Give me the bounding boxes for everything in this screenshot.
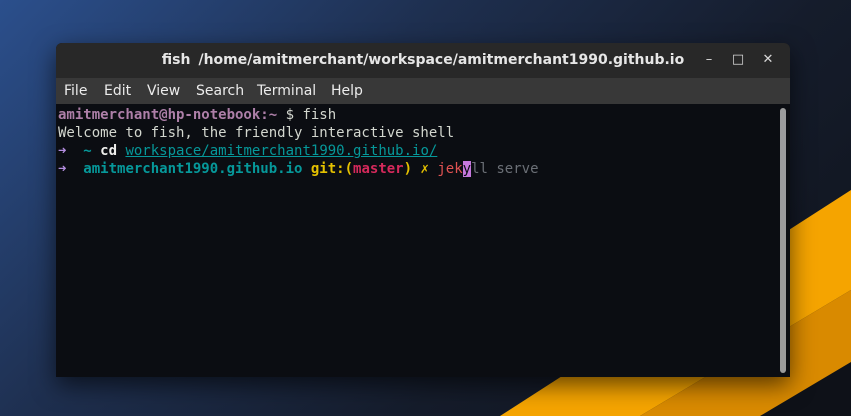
menu-help[interactable]: Help bbox=[331, 83, 363, 99]
menu-search[interactable]: Search bbox=[196, 83, 244, 99]
menu-file[interactable]: File bbox=[64, 83, 87, 99]
git-dirty-icon: ✗ bbox=[412, 161, 438, 177]
title-path: /home/amitmerchant/workspace/amitmerchan… bbox=[198, 52, 685, 68]
title-bar[interactable]: fish/home/amitmerchant/workspace/amitmer… bbox=[56, 43, 790, 78]
terminal-line: Welcome to fish, the friendly interactiv… bbox=[58, 125, 455, 141]
command-text: fish bbox=[302, 107, 337, 123]
git-branch: master bbox=[353, 161, 404, 177]
git-close: ) bbox=[403, 161, 413, 177]
terminal-line: ➜ amitmerchant1990.github.io git:(master… bbox=[58, 160, 539, 178]
command-arg-path: workspace/amitmerchant1990.github.io/ bbox=[125, 143, 438, 159]
prompt-symbol: $ bbox=[277, 107, 303, 123]
close-icon: ✕ bbox=[762, 52, 774, 67]
window-title: fish/home/amitmerchant/workspace/amitmer… bbox=[56, 52, 790, 68]
menu-edit[interactable]: Edit bbox=[104, 83, 131, 99]
title-app-name: fish bbox=[161, 52, 191, 68]
minimize-button[interactable]: – bbox=[698, 49, 720, 71]
git-label: git:( bbox=[310, 161, 354, 177]
cwd-tilde: ~ bbox=[66, 143, 101, 159]
close-button[interactable]: ✕ bbox=[757, 49, 779, 71]
terminal-window: fish/home/amitmerchant/workspace/amitmer… bbox=[56, 43, 790, 377]
menu-view[interactable]: View bbox=[147, 83, 180, 99]
scrollbar[interactable] bbox=[776, 104, 790, 377]
command-cd: cd bbox=[100, 143, 126, 159]
typed-command: jek bbox=[437, 161, 463, 177]
maximize-icon: □ bbox=[731, 52, 745, 67]
terminal-output[interactable]: amitmerchant@hp-notebook:~ $ fish Welcom… bbox=[56, 104, 776, 377]
scrollbar-thumb[interactable] bbox=[780, 108, 786, 373]
menu-bar: File Edit View Search Terminal Help bbox=[56, 78, 790, 104]
maximize-button[interactable]: □ bbox=[727, 49, 749, 71]
cwd-dir: amitmerchant1990.github.io bbox=[66, 161, 311, 177]
path-sep: :~ bbox=[260, 107, 278, 123]
terminal-line: amitmerchant@hp-notebook:~ $ fish bbox=[58, 106, 336, 124]
user-host: amitmerchant@hp-notebook bbox=[58, 107, 261, 123]
minimize-icon: – bbox=[705, 52, 713, 67]
autosuggestion: ll serve bbox=[471, 161, 539, 177]
menu-terminal[interactable]: Terminal bbox=[257, 83, 316, 99]
terminal-line: ➜ ~ cd workspace/amitmerchant1990.github… bbox=[58, 142, 437, 160]
text-cursor: y bbox=[462, 161, 472, 177]
